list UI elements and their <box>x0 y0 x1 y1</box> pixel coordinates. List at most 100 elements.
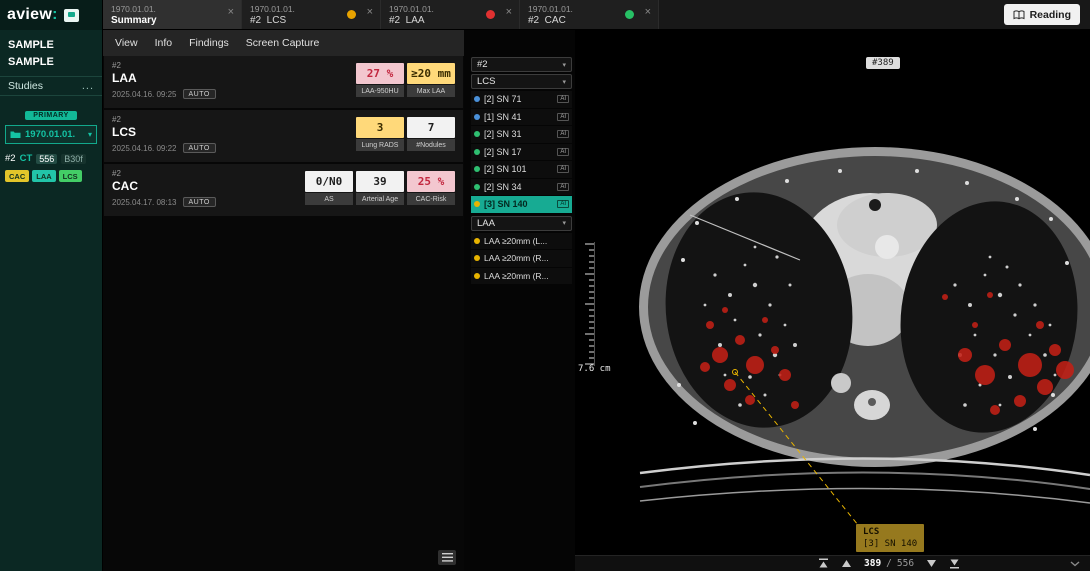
chevron-down-icon: ▾ <box>562 219 566 227</box>
ai-badge: AI <box>557 130 569 138</box>
ai-badge: AI <box>557 148 569 156</box>
card-title: CAC <box>112 179 216 193</box>
chevron-down-icon: ▾ <box>562 61 566 69</box>
studies-label: Studies <box>8 80 43 92</box>
findings-panel: #2 ▾ LCS ▾ [2] SN 71 AI [1] SN 41 AI [2]… <box>468 56 575 571</box>
book-icon <box>1013 10 1025 20</box>
status-dot-warning <box>347 10 356 19</box>
nodule-dot <box>474 166 480 172</box>
laa-dot <box>474 273 480 279</box>
menu-screen-capture[interactable]: Screen Capture <box>246 37 320 49</box>
metric-arterial-age: 39 Arterial Age <box>356 171 404 205</box>
nodule-dot <box>474 131 480 137</box>
study-date: 1970.01.01. <box>25 129 84 140</box>
folder-icon <box>10 130 21 139</box>
badge-cac: CAC <box>5 170 29 182</box>
ct-viewer[interactable]: #389 7.6 cm LCS [3] SN 140 <box>575 30 1090 555</box>
tab-lcs[interactable]: 1970.01.01. #2 LCS × <box>242 0 381 29</box>
close-icon[interactable]: × <box>506 7 512 18</box>
first-slice-button[interactable] <box>818 558 829 569</box>
sidebar: aview: SAMPLE SAMPLE Studies ... PRIMARY… <box>0 0 103 571</box>
summary-card-cac[interactable]: #2 CAC 2025.04.17. 08:13 AUTO 0/N0 AS 39… <box>104 164 463 216</box>
auto-badge: AUTO <box>183 89 216 99</box>
status-dot-error <box>486 10 495 19</box>
metric-nodule-count: 7 #Nodules <box>407 117 455 151</box>
card-title: LAA <box>112 71 216 85</box>
series-select[interactable]: #2 ▾ <box>471 57 572 72</box>
tab-cac[interactable]: 1970.01.01. #2 CAC × <box>520 0 659 29</box>
nodule-item[interactable]: [1] SN 41 AI <box>471 109 572 127</box>
scale-ruler <box>581 242 601 373</box>
summary-card-lcs[interactable]: #2 LCS 2025.04.16. 09:22 AUTO 3 Lung RAD… <box>104 110 463 162</box>
close-icon[interactable]: × <box>367 7 373 18</box>
patient-info: SAMPLE SAMPLE <box>0 30 102 76</box>
list-icon <box>442 553 453 562</box>
app-window: aview: SAMPLE SAMPLE Studies ... PRIMARY… <box>0 0 1090 571</box>
category-select[interactable]: LCS ▾ <box>471 74 572 89</box>
reading-button[interactable]: Reading <box>1004 4 1080 25</box>
metric-laa950: 27 % LAA-950HU <box>356 63 404 97</box>
tab-strip: 1970.01.01. Summary × 1970.01.01. #2 LCS… <box>103 0 1090 30</box>
slice-position: 389 / 556 <box>864 558 914 569</box>
nodule-item[interactable]: [2] SN 17 AI <box>471 144 572 162</box>
chevron-down-icon: ▾ <box>88 130 92 139</box>
summary-panel: #2 LAA 2025.04.16. 09:25 AUTO 27 % LAA-9… <box>103 56 464 571</box>
ai-badge: AI <box>557 113 569 121</box>
last-slice-button[interactable] <box>949 558 960 569</box>
laa-dot <box>474 238 480 244</box>
ai-badge: AI <box>557 95 569 103</box>
patient-id: SAMPLE <box>8 54 94 71</box>
series-number: #2 <box>5 153 16 164</box>
status-dot-ok <box>625 10 634 19</box>
study-item[interactable]: 1970.01.01. ▾ <box>5 125 97 144</box>
app-logo: aview: <box>7 6 58 24</box>
laa-item[interactable]: LAA ≥20mm (L... <box>471 233 572 251</box>
slice-number-badge: #389 <box>866 57 900 69</box>
summary-card-laa[interactable]: #2 LAA 2025.04.16. 09:25 AUTO 27 % LAA-9… <box>104 56 463 108</box>
logo-row: aview: <box>0 0 102 30</box>
series-item[interactable]: #2 CT 556 B30f <box>5 153 97 164</box>
nodule-item[interactable]: [2] SN 101 AI <box>471 161 572 179</box>
nodule-item[interactable]: [2] SN 31 AI <box>471 126 572 144</box>
ai-badge: AI <box>557 165 569 173</box>
ruler-label: 7.6 cm <box>578 364 611 374</box>
laa-select[interactable]: LAA ▾ <box>471 216 572 231</box>
menu-bar: View Info Findings Screen Capture <box>103 30 464 56</box>
nodule-annotation-label[interactable]: LCS [3] SN 140 <box>856 524 924 552</box>
previous-slice-button[interactable] <box>841 558 852 569</box>
tab-summary[interactable]: 1970.01.01. Summary × <box>103 0 242 29</box>
nodule-dot <box>474 184 480 190</box>
close-icon[interactable]: × <box>228 7 234 18</box>
ai-badge: AI <box>557 183 569 191</box>
card-datetime: 2025.04.17. 08:13 <box>112 198 177 207</box>
next-slice-button[interactable] <box>926 558 937 569</box>
studies-menu-button[interactable]: ... <box>82 80 94 92</box>
card-datetime: 2025.04.16. 09:22 <box>112 144 177 153</box>
nodule-dot <box>474 96 480 102</box>
nodule-dot <box>474 114 480 120</box>
laa-item[interactable]: LAA ≥20mm (R... <box>471 268 572 286</box>
viewer-bottom-bar: 389 / 556 <box>575 555 1090 571</box>
badge-laa: LAA <box>32 170 55 182</box>
chevron-down-icon <box>1070 559 1080 569</box>
list-view-button[interactable] <box>438 550 456 565</box>
metric-agatston: 0/N0 AS <box>305 171 353 205</box>
metric-max-laa: ≥20 mm Max LAA <box>407 63 455 97</box>
nodule-item-selected[interactable]: [3] SN 140 AI <box>471 196 572 214</box>
nodule-item[interactable]: [2] SN 34 AI <box>471 179 572 197</box>
menu-view[interactable]: View <box>115 37 138 49</box>
card-title: LCS <box>112 125 216 139</box>
nodule-item[interactable]: [2] SN 71 AI <box>471 91 572 109</box>
menu-findings[interactable]: Findings <box>189 37 229 49</box>
patient-name: SAMPLE <box>8 37 94 54</box>
nodule-dot <box>474 201 480 207</box>
studies-header: Studies ... <box>0 76 102 96</box>
tab-laa[interactable]: 1970.01.01. #2 LAA × <box>381 0 520 29</box>
ct-axial-image[interactable] <box>635 55 1090 555</box>
menu-info[interactable]: Info <box>155 37 173 49</box>
collapse-bar-button[interactable] <box>1070 559 1080 569</box>
laa-item[interactable]: LAA ≥20mm (R... <box>471 250 572 268</box>
auto-badge: AUTO <box>183 143 216 153</box>
close-icon[interactable]: × <box>645 7 651 18</box>
app-icon <box>64 9 79 22</box>
